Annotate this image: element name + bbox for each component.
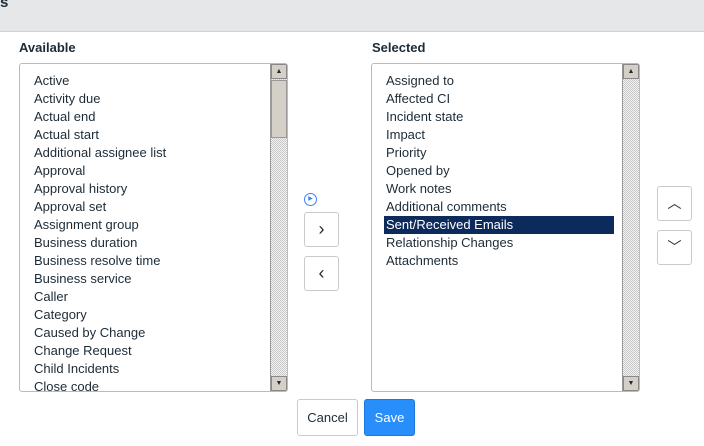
list-item[interactable]: Change Request — [32, 342, 168, 360]
list-item[interactable]: Work notes — [384, 180, 614, 198]
list-item[interactable]: Opened by — [384, 162, 614, 180]
list-item[interactable]: Affected CI — [384, 90, 614, 108]
list-item[interactable]: Active — [32, 72, 168, 90]
list-item[interactable]: Attachments — [384, 252, 614, 270]
list-item[interactable]: Priority — [384, 144, 614, 162]
list-item[interactable]: Approval history — [32, 180, 168, 198]
selected-list[interactable]: Assigned to Affected CI Incident state Impa… — [371, 63, 640, 392]
list-item[interactable]: Activity due — [32, 90, 168, 108]
scroll-down-icon[interactable]: ▼ — [271, 376, 287, 391]
scroll-down-icon[interactable]: ▼ — [623, 376, 639, 391]
available-label: Available — [19, 40, 76, 55]
dialog-header: s — [0, 0, 704, 32]
dialog-title: s — [0, 0, 9, 11]
remove-button[interactable]: ‹ — [304, 256, 339, 291]
move-up-button[interactable]: ︿ — [657, 186, 692, 221]
selected-label: Selected — [372, 40, 426, 55]
play-icon[interactable]: ▶ — [304, 193, 317, 206]
list-item[interactable]: Close code — [32, 378, 168, 391]
save-button[interactable]: Save — [364, 399, 415, 436]
list-item[interactable]: Caused by Change — [32, 324, 168, 342]
list-item[interactable]: Additional assignee list — [32, 144, 168, 162]
scrollbar[interactable]: ▲ ▼ — [270, 64, 287, 391]
list-item[interactable]: Business service — [32, 270, 168, 288]
list-item[interactable]: Actual start — [32, 126, 168, 144]
scroll-thumb[interactable] — [271, 80, 287, 138]
add-button[interactable]: › — [304, 212, 339, 247]
list-item[interactable]: Assigned to — [384, 72, 614, 90]
available-list[interactable]: Active Activity due Actual end Actual start… — [19, 63, 288, 392]
list-item[interactable]: Approval — [32, 162, 168, 180]
list-item[interactable]: Child Incidents — [32, 360, 168, 378]
list-item[interactable]: Approval set — [32, 198, 168, 216]
scroll-up-icon[interactable]: ▲ — [623, 64, 639, 79]
list-item[interactable]: Assignment group — [32, 216, 168, 234]
scroll-up-icon[interactable]: ▲ — [271, 64, 287, 79]
list-item[interactable]: Additional comments — [384, 198, 614, 216]
cancel-button[interactable]: Cancel — [297, 399, 358, 436]
list-item[interactable]: Caller — [32, 288, 168, 306]
list-item[interactable]: Business duration — [32, 234, 168, 252]
list-item[interactable]: Incident state — [384, 108, 614, 126]
scrollbar[interactable]: ▲ ▼ — [622, 64, 639, 391]
move-down-button[interactable]: ﹀ — [657, 230, 692, 265]
list-item[interactable]: Business resolve time — [32, 252, 168, 270]
list-item[interactable]: Relationship Changes — [384, 234, 614, 252]
list-item[interactable]: Category — [32, 306, 168, 324]
list-item[interactable]: Impact — [384, 126, 614, 144]
list-item[interactable]: Actual end — [32, 108, 168, 126]
list-item[interactable]: Sent/Received Emails — [384, 216, 614, 234]
